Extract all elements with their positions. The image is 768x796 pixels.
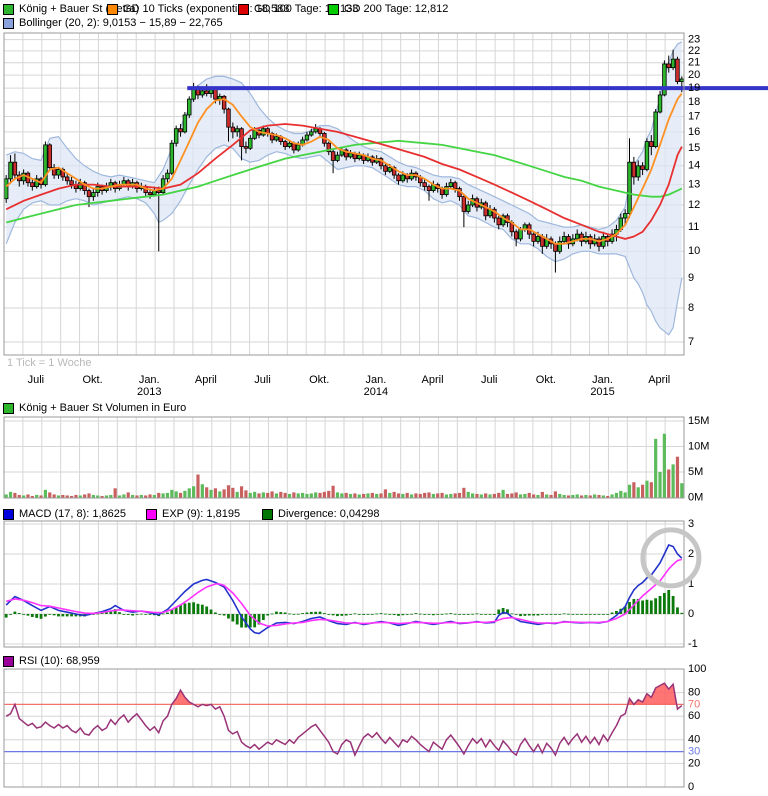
rsi-tick-label: 20 [688, 757, 700, 769]
rsi-tick-label: 100 [688, 663, 706, 675]
month-label: April [648, 374, 670, 386]
legend-item-bollinger: Bollinger (20, 2): 9,0153 − 15,89 − 22,7… [3, 17, 223, 29]
rsi-tick-label: 60 [688, 710, 700, 722]
chart-canvas[interactable]: 232221201918171615141312111098715M10M5M0… [0, 0, 768, 796]
legend-item-gd200: GD 200 Tage: 12,812 [328, 3, 448, 15]
month-label: Juli [481, 374, 498, 386]
month-label: Jan. [592, 374, 613, 386]
year-label: 2013 [137, 386, 161, 398]
rsi-tick-label: 30 [688, 746, 700, 758]
volume-color-swatch-icon [3, 403, 14, 414]
rsi-tick-label: 70 [688, 698, 700, 710]
price-tick-label: 8 [688, 302, 694, 314]
legend-item-macd: MACD (17, 8): 1,8625 [3, 508, 126, 520]
legend-item-divergence: Divergence: 0,04298 [262, 508, 380, 520]
stock-chart-page: 232221201918171615141312111098715M10M5M0… [0, 0, 768, 796]
month-label: April [195, 374, 217, 386]
macd-tick-label: 2 [688, 548, 694, 560]
gd100-color-swatch-icon [238, 4, 249, 15]
divergence-color-swatch-icon [262, 509, 273, 520]
rsi-overbought-fill [172, 683, 677, 704]
rsi-tick-label: 0 [688, 781, 694, 793]
month-label: Okt. [82, 374, 102, 386]
rsi-panel-grid [23, 669, 665, 787]
price-tick-label: 17 [688, 110, 700, 122]
price-tick-label: 14 [688, 160, 700, 172]
gd200-color-swatch-icon [328, 4, 339, 15]
macd-tick-label: 0 [688, 608, 694, 620]
tick-interval-note: 1 Tick = 1 Woche [7, 357, 91, 369]
legend-label: König + Bauer St Volumen in Euro [19, 402, 186, 414]
month-label: Juli [254, 374, 271, 386]
legend-label: EXP (9): 1,8195 [162, 508, 240, 520]
month-label: April [422, 374, 444, 386]
volume-tick-label: 5M [688, 466, 703, 478]
month-label: Okt. [536, 374, 556, 386]
legend-label: RSI (10): 68,959 [19, 655, 100, 667]
price-tick-label: 11 [688, 221, 699, 233]
price-tick-label: 13 [688, 179, 700, 191]
legend-item-rsi: RSI (10): 68,959 [3, 655, 100, 667]
exp-color-swatch-icon [146, 509, 157, 520]
legend-label: MACD (17, 8): 1,8625 [19, 508, 126, 520]
rsi-tick-label: 80 [688, 687, 700, 699]
legend-label: Divergence: 0,04298 [278, 508, 380, 520]
price-tick-label: 7 [688, 336, 694, 348]
instrument-color-swatch-icon [3, 4, 14, 15]
volume-tick-label: 15M [688, 415, 709, 427]
price-tick-label: 23 [688, 34, 700, 46]
rsi-color-swatch-icon [3, 656, 14, 667]
candlestick-chart [4, 42, 768, 335]
legend-label: GD 200 Tage: 12,812 [344, 3, 448, 15]
bollinger-color-swatch-icon [3, 18, 14, 29]
macd-tick-label: -1 [688, 638, 698, 650]
month-label: Jan. [139, 374, 160, 386]
volume-tick-label: 0M [688, 491, 703, 503]
rsi-tick-label: 40 [688, 734, 700, 746]
month-label: Jan. [365, 374, 386, 386]
price-tick-label: 10 [688, 245, 700, 257]
price-tick-label: 16 [688, 126, 700, 138]
macd-color-swatch-icon [3, 509, 14, 520]
price-tick-label: 22 [688, 45, 700, 57]
legend-item-volume: König + Bauer St Volumen in Euro [3, 402, 186, 414]
price-tick-label: 19 [688, 82, 700, 94]
price-tick-label: 20 [688, 69, 700, 81]
legend-item-exp: EXP (9): 1,8195 [146, 508, 240, 520]
month-label: Juli [28, 374, 45, 386]
price-tick-label: 9 [688, 272, 694, 284]
price-tick-label: 15 [688, 142, 700, 154]
legend-label: Bollinger (20, 2): 9,0153 − 15,89 − 22,7… [19, 17, 223, 29]
price-tick-label: 18 [688, 96, 700, 108]
year-label: 2014 [364, 386, 388, 398]
gd10-color-swatch-icon [107, 4, 118, 15]
price-tick-label: 21 [688, 57, 700, 69]
volume-tick-label: 10M [688, 440, 709, 452]
macd-tick-label: 3 [688, 518, 694, 530]
year-label: 2015 [590, 386, 614, 398]
price-tick-label: 12 [688, 199, 700, 211]
volume-panel-grid [23, 417, 665, 498]
month-label: Okt. [309, 374, 329, 386]
